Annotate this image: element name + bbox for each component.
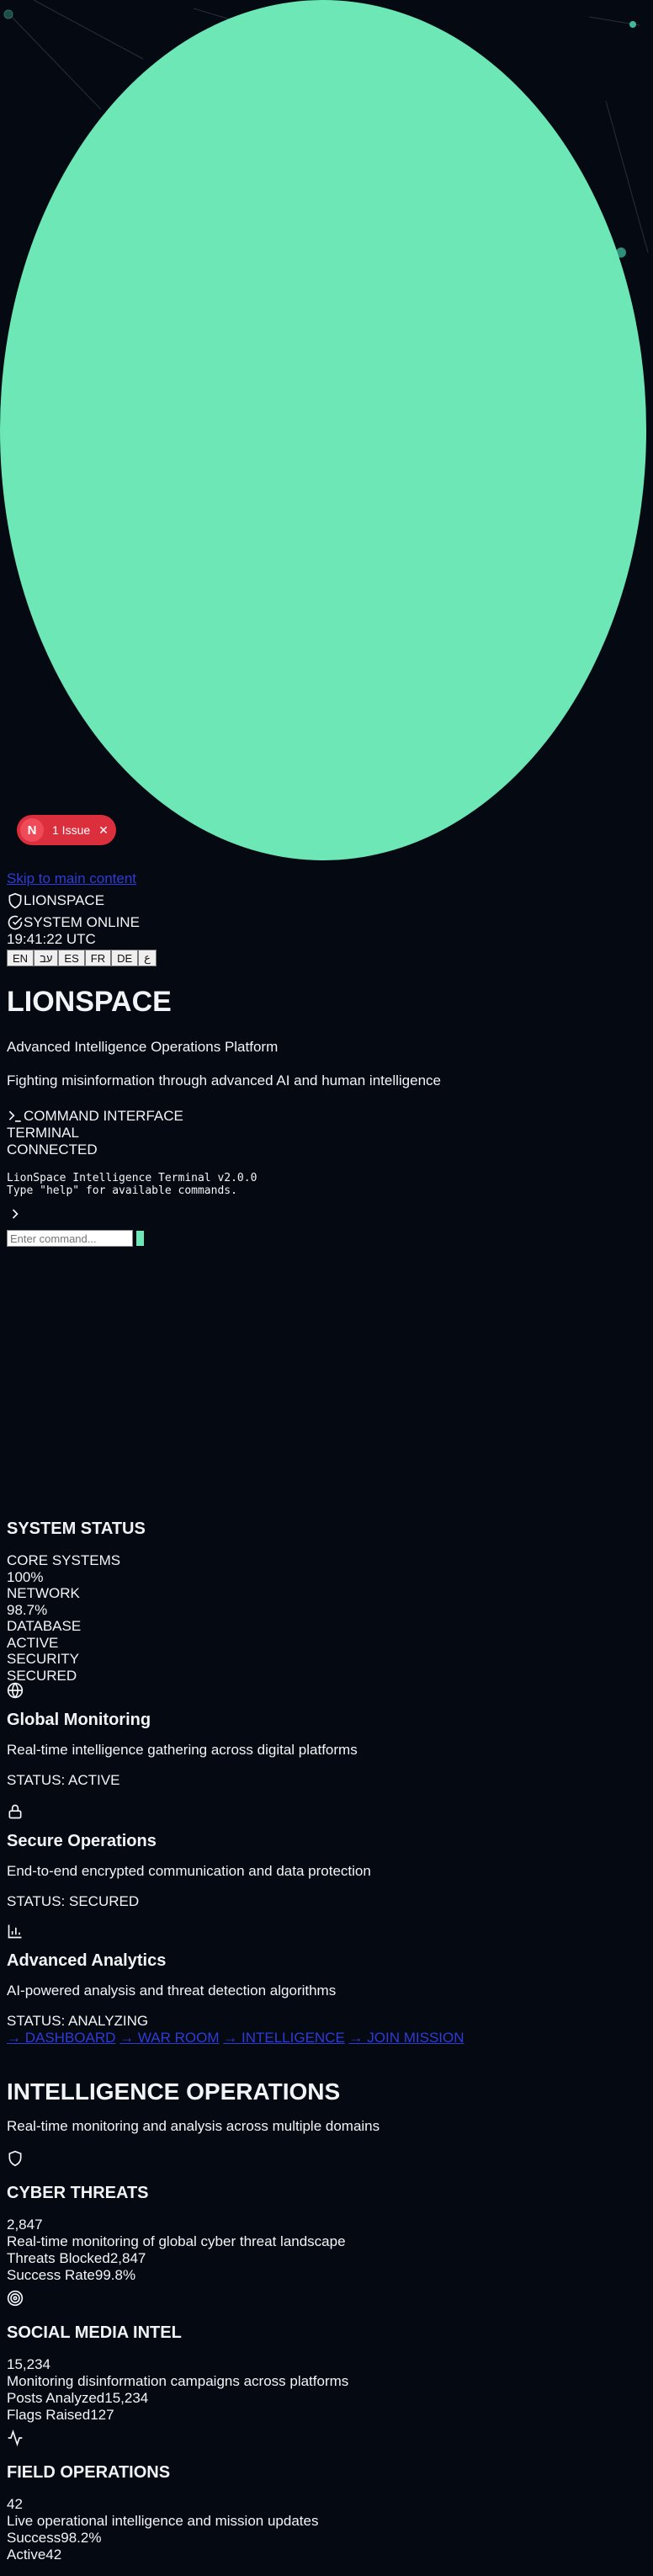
stat-value: 99.8% [94,2267,136,2283]
feature-status: STATUS: ACTIVE [7,1772,120,1788]
bar-chart-icon [7,1923,24,1940]
lang-he-button[interactable]: עב [34,950,59,966]
card-description: Real-time monitoring of global cyber thr… [7,2233,346,2249]
operations-title: INTELLIGENCE OPERATIONS [7,2078,341,2105]
stat-label: Flags Raised [7,2407,91,2423]
nav-link-dashboard[interactable]: → DASHBOARD [7,2030,115,2046]
stat-label: Posts Analyzed [7,2390,105,2406]
issue-count-label: 1 Issue [52,823,91,837]
card-number: 15,234 [7,2356,50,2372]
nav-link-war-room[interactable]: → WAR ROOM [119,2030,219,2046]
terminal-output: LionSpace Intelligence Terminal v2.0.0 Ty… [7,1172,646,1197]
command-interface-header: COMMAND INTERFACE [7,1108,646,1125]
status-label: DATABASE [7,1618,82,1634]
feature-title: Advanced Analytics [7,1951,167,1970]
feature-global-monitoring: Global Monitoring Real-time intelligence… [7,1682,358,1789]
system-status-list: CORE SYSTEMS 100% NETWORK 98.7% DATABASE… [7,1552,120,1684]
issue-badge[interactable]: N 1 Issue ✕ [17,815,116,845]
target-icon [7,2290,24,2307]
card-cyber-threats: CYBER THREATS 2,847 Real-time monitoring… [7,2150,346,2284]
card-title: FIELD OPERATIONS [7,2463,171,2482]
command-input[interactable] [7,1230,133,1247]
stat-label: Active [7,2547,46,2563]
status-value: 98.7% [7,1601,48,1618]
connection-status: CONNECTED [7,1142,98,1158]
nav-link-join-mission[interactable]: → JOIN MISSION [349,2030,465,2046]
feature-description: End-to-end encrypted communication and d… [7,1863,371,1879]
lang-en-button[interactable]: EN [7,950,35,966]
hero-tagline: Advanced Intelligence Operations Platfor… [7,1039,279,1055]
stat-label: Success Rate [7,2267,95,2283]
feature-status: STATUS: SECURED [7,1893,140,1909]
stat-value: 98.2% [61,2530,102,2546]
activity-icon [7,2430,24,2446]
shield-icon [7,2150,24,2167]
prompt-chevron-icon [7,1206,646,1227]
feature-advanced-analytics: Advanced Analytics AI-powered analysis a… [7,1923,465,2046]
shield-icon [7,892,24,909]
close-icon[interactable]: ✕ [98,823,109,838]
stat-value: 42 [45,2547,62,2563]
card-stat: Success Rate99.8% [7,2267,346,2284]
language-switcher: EN עב ES FR DE ع [7,950,646,966]
feature-description: AI-powered analysis and threat detection… [7,1983,337,1999]
card-description: Monitoring disinformation campaigns acro… [7,2373,349,2389]
status-label: NETWORK [7,1585,80,1601]
nav-link-intelligence[interactable]: → INTELLIGENCE [223,2030,345,2046]
hero-title: LIONSPACE [7,986,172,1018]
system-status-indicator: SYSTEM ONLINE [7,914,646,931]
system-clock: 19:41:22 UTC [7,931,96,947]
stat-label: Success [7,2530,61,2546]
stat-label: Threats Blocked [7,2250,110,2266]
stat-value: 127 [90,2407,114,2423]
status-label: SECURITY [7,1651,79,1667]
card-stat: Threats Blocked2,847 [7,2250,346,2267]
card-field-operations: FIELD OPERATIONS 42 Live operational int… [7,2430,318,2563]
card-title: CYBER THREATS [7,2184,149,2202]
lang-ar-button[interactable]: ع [138,950,157,966]
feature-description: Real-time intelligence gathering across … [7,1742,358,1758]
stat-value: 2,847 [109,2250,146,2266]
lang-fr-button[interactable]: FR [84,950,112,966]
terminal-label: TERMINAL [7,1125,79,1141]
card-stat: Active42 [7,2547,318,2563]
next-logo-icon: N [20,818,44,842]
decorative-green-blob [0,0,646,860]
card-stat: Flags Raised127 [7,2407,348,2424]
brand[interactable]: LIONSPACE [7,892,646,909]
card-stat: Posts Analyzed15,234 [7,2390,348,2407]
card-title: SOCIAL MEDIA INTEL [7,2323,182,2342]
feature-title: Secure Operations [7,1832,157,1850]
globe-icon [7,1682,24,1699]
terminal-line: LionSpace Intelligence Terminal v2.0.0 [7,1172,257,1184]
operations-subtitle: Real-time monitoring and analysis across… [7,2118,380,2134]
stat-value: 15,234 [104,2390,149,2406]
terminal-cursor [136,1231,144,1246]
card-stat: Success98.2% [7,2530,318,2547]
check-circle-icon [7,914,24,931]
hero-mission: Fighting misinformation through advanced… [7,1072,441,1088]
skip-to-content-link[interactable]: Skip to main content [7,870,646,887]
status-value: 100% [7,1568,44,1585]
lang-de-button[interactable]: DE [111,950,139,966]
terminal-icon [7,1108,24,1125]
system-status-text: SYSTEM ONLINE [24,914,140,930]
feature-secure-operations: Secure Operations End-to-end encrypted c… [7,1803,371,1910]
lock-icon [7,1803,24,1820]
card-social-media-intel: SOCIAL MEDIA INTEL 15,234 Monitoring dis… [7,2290,348,2424]
feature-status: STATUS: ANALYZING [7,2013,149,2029]
system-status-title: SYSTEM STATUS [7,1520,146,1538]
card-number: 42 [7,2496,23,2512]
feature-title: Global Monitoring [7,1711,151,1729]
nav-links: → DASHBOARD → WAR ROOM → INTELLIGENCE → … [7,2030,465,2046]
operations-section: INTELLIGENCE OPERATIONS Real-time monito… [7,2078,380,2135]
command-interface-title: COMMAND INTERFACE [24,1108,183,1124]
status-value: ACTIVE [7,1634,59,1651]
status-label: CORE SYSTEMS [7,1552,121,1568]
card-description: Live operational intelligence and missio… [7,2513,319,2529]
brand-name: LIONSPACE [24,892,105,908]
lang-es-button[interactable]: ES [58,950,85,966]
card-number: 2,847 [7,2217,43,2233]
terminal-line: Type "help" for available commands. [7,1184,237,1197]
